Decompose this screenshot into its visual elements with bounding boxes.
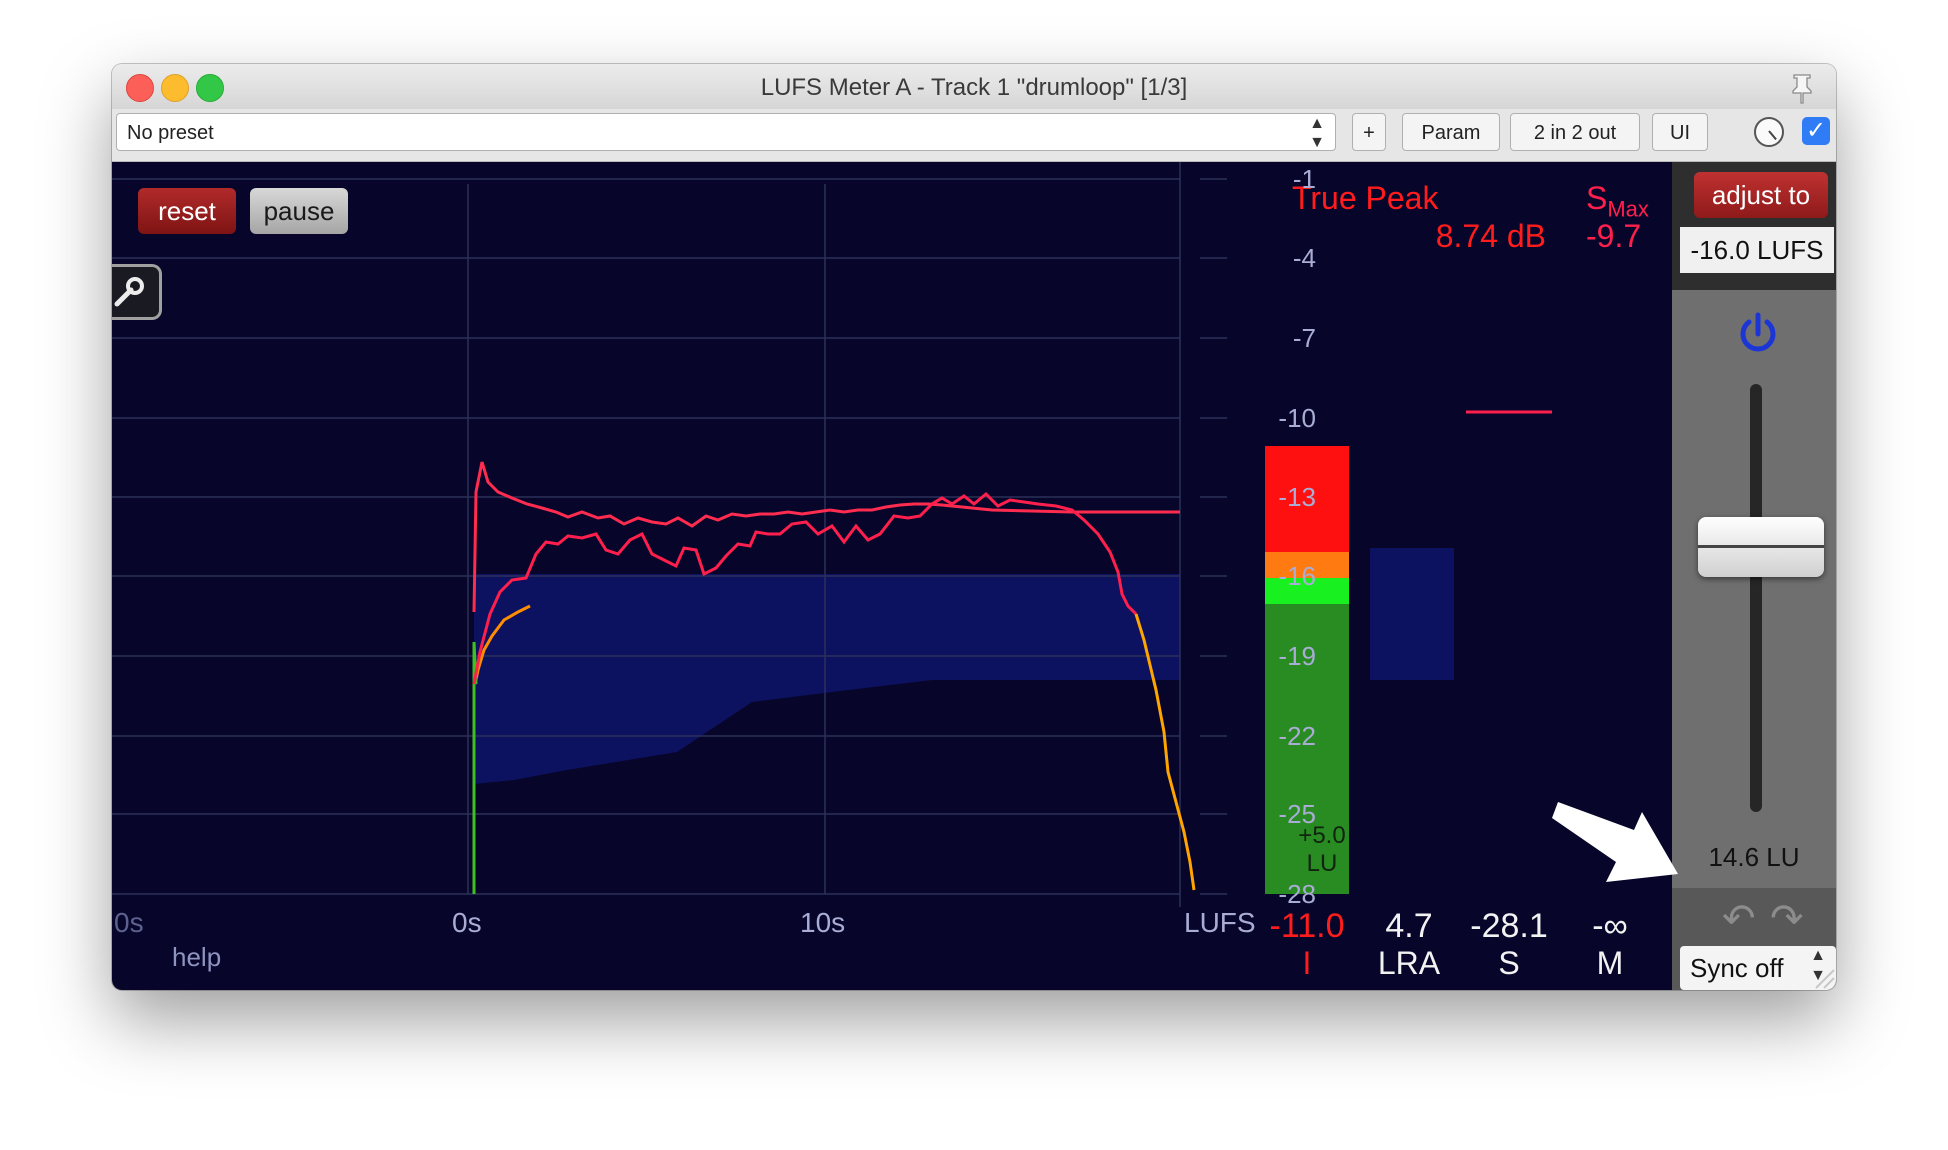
pin-icon[interactable] <box>1788 72 1816 104</box>
gain-slider-thumb[interactable] <box>1698 517 1824 577</box>
integrated-value: -11.0 <box>1269 907 1345 945</box>
lra-range-bar <box>1370 548 1454 680</box>
undo-icon[interactable]: ↶ <box>1722 896 1756 942</box>
loudness-bar-unit: LU <box>1306 850 1338 877</box>
sync-value: Sync off <box>1690 953 1784 983</box>
param-button[interactable]: Param <box>1402 113 1500 151</box>
adjust-target-section: adjust to -16.0 LUFS <box>1672 162 1836 290</box>
gain-slider-track[interactable] <box>1750 384 1762 812</box>
wet-dry-knob[interactable] <box>1754 117 1784 147</box>
wrench-icon <box>114 277 144 307</box>
pause-button[interactable]: pause <box>250 188 348 234</box>
y-tick-label: -10 <box>1278 403 1316 433</box>
power-icon[interactable] <box>1734 310 1782 358</box>
preset-value: No preset <box>127 122 214 144</box>
preset-select[interactable]: No preset ▲ ▼ <box>116 113 1336 151</box>
adjust-to-button[interactable]: adjust to <box>1694 172 1828 218</box>
reset-button[interactable]: reset <box>138 188 236 234</box>
loudness-bar-label: +5.0 LU <box>1287 822 1357 878</box>
true-peak-value: 8.74 dB <box>1435 218 1546 254</box>
smax-label-s: S <box>1586 180 1608 216</box>
loudness-history-graph[interactable] <box>112 162 1672 990</box>
y-tick-label: -19 <box>1278 641 1316 671</box>
resize-grip-icon[interactable] <box>1810 964 1836 990</box>
y-tick-label: -13 <box>1278 482 1316 512</box>
bypass-checkbox[interactable]: ✓ <box>1802 117 1830 145</box>
y-tick-label: -7 <box>1292 323 1316 353</box>
plugin-toolbar: No preset ▲ ▼ + Param 2 in 2 out UI ✓ <box>112 109 1836 162</box>
y-tick-label: -22 <box>1278 721 1316 751</box>
smax-label: SMax <box>1586 180 1649 222</box>
y-tick-label: -4 <box>1292 243 1316 273</box>
help-link[interactable]: help <box>172 942 221 973</box>
gain-adjust-panel: adjust to -16.0 LUFS 14.6 LU ↶ ↷ Sync of… <box>1672 162 1836 990</box>
up-down-chevron-icon: ▲ ▼ <box>1309 115 1325 151</box>
loudness-range-area <box>474 574 1180 784</box>
add-preset-button[interactable]: + <box>1352 113 1386 151</box>
integrated-label: I <box>1302 945 1312 981</box>
lra-label: LRA <box>1377 945 1441 981</box>
unit-label: LUFS <box>1184 907 1256 938</box>
window-title: LUFS Meter A - Track 1 "drumloop" [1/3] <box>760 74 1188 101</box>
gain-value: 14.6 LU <box>1708 842 1800 872</box>
x-tick-label: 0s <box>114 907 144 938</box>
redo-icon[interactable]: ↷ <box>1770 896 1804 942</box>
y-tick-label: -1 <box>1292 164 1316 194</box>
short-term-value: -28.1 <box>1470 907 1548 945</box>
y-tick-label: -16 <box>1278 561 1316 591</box>
x-tick-label: 0s <box>452 907 482 938</box>
loudness-meter-panel: reset pause True Peak 8.74 dB SMax -9.7 … <box>112 162 1672 990</box>
title-bar[interactable]: LUFS Meter A - Track 1 "drumloop" [1/3] <box>112 64 1836 109</box>
y-tick-label: -28 <box>1278 879 1316 909</box>
momentary-value: -∞ <box>1592 907 1628 945</box>
target-loudness-field[interactable]: -16.0 LUFS <box>1680 227 1834 273</box>
graph-grid <box>112 162 1227 907</box>
io-config-button[interactable]: 2 in 2 out <box>1510 113 1640 151</box>
loudness-bar-value: +5.0 <box>1298 822 1346 849</box>
callout-arrow-icon <box>1552 802 1678 882</box>
lra-value: 4.7 <box>1385 907 1433 945</box>
settings-button[interactable] <box>112 264 162 320</box>
true-peak-label: True Peak <box>1292 180 1439 216</box>
knob-indicator <box>1768 130 1777 141</box>
ui-button[interactable]: UI <box>1652 113 1708 151</box>
short-term-label: S <box>1498 945 1520 981</box>
momentary-label: M <box>1596 945 1624 981</box>
x-tick-label: 10s <box>800 907 846 938</box>
smax-value: -9.7 <box>1586 218 1642 254</box>
